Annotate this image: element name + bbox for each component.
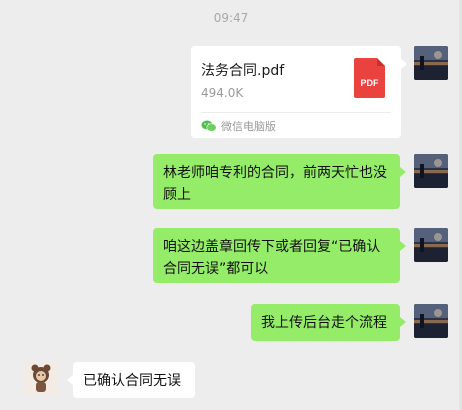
message-text: 咱这边盖章回传下或者回复“已确认合同无误”都可以: [163, 239, 381, 277]
my-avatar[interactable]: [414, 154, 448, 188]
my-avatar[interactable]: [414, 46, 448, 80]
my-avatar[interactable]: [414, 228, 448, 262]
file-size: 494.0K: [201, 86, 244, 100]
avatar-image: [414, 228, 448, 262]
file-card-divider: [201, 112, 391, 113]
message-text: 我上传后台走个流程: [261, 315, 387, 331]
message-bubble-4[interactable]: 已确认合同无误: [67, 362, 195, 398]
wechat-icon: [201, 120, 217, 132]
message-bubble-2[interactable]: 咱这边盖章回传下或者回复“已确认合同无误”都可以: [153, 228, 406, 283]
avatar-image: [24, 361, 58, 395]
message-text: 已确认合同无误: [83, 373, 181, 389]
file-source-label: 微信电脑版: [221, 120, 276, 133]
chat-timestamp: 09:47: [213, 11, 249, 25]
contact-avatar[interactable]: [24, 361, 58, 395]
file-name: 法务合同.pdf: [201, 63, 285, 79]
message-text: 林老师咱专利的合同，前两天忙也没顾上: [163, 165, 387, 203]
avatar-image: [414, 154, 448, 188]
message-bubble-1[interactable]: 林老师咱专利的合同，前两天忙也没顾上: [153, 154, 406, 209]
message-bubble-3[interactable]: 我上传后台走个流程: [251, 304, 406, 341]
pdf-icon-label: PDF: [360, 78, 379, 88]
file-source: 微信电脑版: [201, 118, 276, 134]
avatar-image: [414, 46, 448, 80]
my-avatar[interactable]: [414, 304, 448, 338]
pdf-file-icon: PDF: [354, 58, 385, 98]
avatar-image: [414, 304, 448, 338]
file-message-card[interactable]: 法务合同.pdf 494.0K PDF 微信电脑版: [191, 46, 407, 138]
